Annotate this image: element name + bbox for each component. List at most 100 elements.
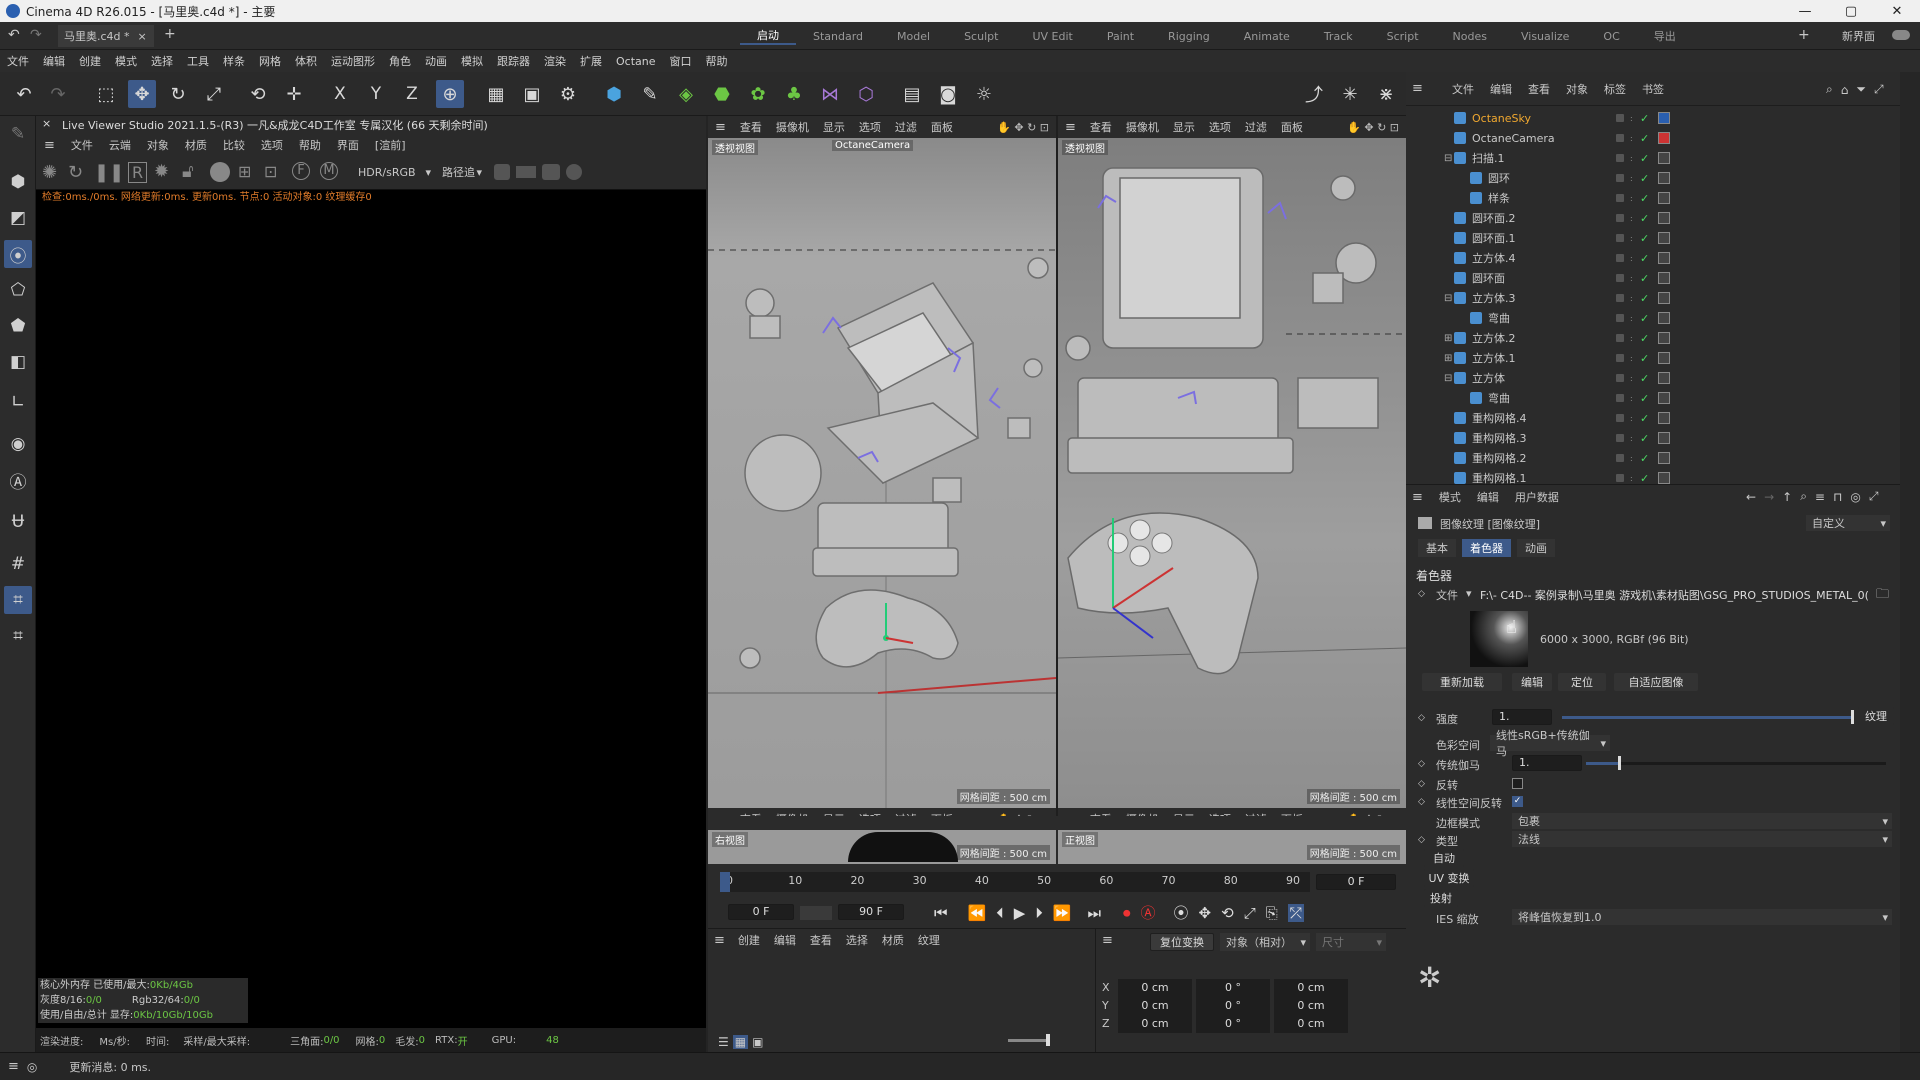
menu-item[interactable]: 创建 bbox=[72, 53, 108, 69]
expand-icon[interactable]: ⤢ bbox=[1874, 82, 1884, 97]
menu-item[interactable]: 扩展 bbox=[573, 53, 609, 69]
add-layout-icon[interactable]: + bbox=[1798, 27, 1810, 43]
layout-tab[interactable]: Paint bbox=[1090, 30, 1151, 43]
tag-icon[interactable] bbox=[1658, 272, 1670, 284]
mograph-icon[interactable]: ♣ bbox=[780, 80, 808, 108]
preset-select[interactable]: 自定义 ▾ bbox=[1806, 515, 1890, 531]
redo-icon[interactable]: ↷ bbox=[30, 27, 42, 43]
current-frame-field[interactable]: 0 F bbox=[1316, 874, 1396, 890]
folder-icon[interactable]: 🗀︎ bbox=[1876, 585, 1889, 607]
axis-x-toggle[interactable]: X bbox=[326, 80, 354, 108]
tag-icon[interactable] bbox=[1658, 332, 1670, 344]
visibility-dots-icon[interactable]: : bbox=[1630, 254, 1633, 263]
viewport-front[interactable]: 正视图 网格间距 : 500 cm bbox=[1058, 830, 1406, 864]
expand-toggle-icon[interactable]: ⊟ bbox=[1444, 153, 1452, 164]
object-row[interactable]: 圆环面: ✓ bbox=[1454, 268, 1894, 288]
axis-mode-icon[interactable]: ∟ bbox=[4, 388, 32, 416]
keyframe-icon[interactable]: ⦿ bbox=[1174, 902, 1189, 923]
menu-item[interactable]: 工具 bbox=[180, 53, 216, 69]
camera-icon[interactable]: ◙ bbox=[934, 80, 962, 108]
menu-item[interactable]: 帮助 bbox=[699, 53, 735, 69]
clay-mode-icon[interactable] bbox=[210, 162, 230, 182]
enabled-check-icon[interactable]: ✓ bbox=[1640, 212, 1649, 225]
target-icon[interactable]: ◎ bbox=[1850, 490, 1860, 504]
layer-icon[interactable] bbox=[1616, 134, 1624, 142]
viewport-menu-item[interactable]: 过滤 bbox=[1238, 119, 1274, 135]
attribute-tab[interactable]: 着色器 bbox=[1462, 539, 1511, 557]
viewport-menu-item[interactable]: 显示 bbox=[816, 119, 852, 135]
layer-icon[interactable] bbox=[1616, 194, 1624, 202]
layout-tab[interactable]: Track bbox=[1307, 30, 1370, 43]
viewport-menu-item[interactable]: 查看 bbox=[1083, 119, 1119, 135]
rect-icon[interactable] bbox=[516, 166, 536, 178]
enabled-check-icon[interactable]: ✓ bbox=[1640, 372, 1649, 385]
extrude-icon[interactable]: ⬣ bbox=[708, 80, 736, 108]
viewport-menu-item[interactable]: 面板 bbox=[924, 119, 960, 135]
soft-select-icon[interactable]: Ⓐ bbox=[4, 466, 32, 494]
keyframe-diamond-icon[interactable]: ◇ bbox=[1418, 759, 1425, 769]
object-row[interactable]: ⊟ 立方体.3: ✓ bbox=[1444, 288, 1894, 308]
layer-icon[interactable] bbox=[1616, 234, 1624, 242]
layout-tab[interactable]: OC bbox=[1586, 30, 1636, 43]
visibility-dots-icon[interactable]: : bbox=[1630, 474, 1633, 483]
menu-item[interactable]: 体积 bbox=[288, 53, 324, 69]
tag-icon[interactable] bbox=[1658, 312, 1670, 324]
live-viewer-menu-item[interactable]: 云端 bbox=[101, 137, 139, 153]
filter-icon[interactable]: ⏷ bbox=[1856, 82, 1866, 97]
enabled-check-icon[interactable]: ✓ bbox=[1640, 132, 1649, 145]
maximize-button[interactable]: ▢ bbox=[1828, 0, 1874, 22]
rotation-field[interactable]: 0 ° bbox=[1196, 1015, 1270, 1033]
workplane-icon[interactable]: ✳ bbox=[1336, 80, 1364, 108]
m-icon[interactable]: M bbox=[320, 162, 338, 180]
menu-item[interactable]: 角色 bbox=[382, 53, 418, 69]
next-frame-icon[interactable]: ⏵ bbox=[1035, 904, 1043, 922]
layer-icon[interactable] bbox=[1616, 434, 1624, 442]
list-view-icon[interactable]: ☰ bbox=[718, 1035, 729, 1049]
menu-item[interactable]: 动画 bbox=[418, 53, 454, 69]
hamburger-icon[interactable]: ≡ bbox=[1412, 81, 1423, 96]
key-rot-icon[interactable]: ⟲ bbox=[1221, 904, 1234, 922]
size-field[interactable]: 0 cm bbox=[1274, 979, 1348, 997]
cube-object-icon[interactable]: ⬢ bbox=[600, 80, 628, 108]
snap-icon[interactable]: ⤴ bbox=[1300, 80, 1328, 108]
expand-toggle-icon[interactable]: ⊟ bbox=[1444, 293, 1452, 304]
material-pick-icon[interactable]: ⊡ bbox=[264, 162, 277, 181]
layer-icon[interactable] bbox=[1616, 374, 1624, 382]
record-icon[interactable]: ⏺ bbox=[1123, 904, 1131, 922]
file-path-field[interactable]: F:\- C4D-- 案例录制\马里奥 游戏机\素材贴图\GSG_PRO_STU… bbox=[1480, 587, 1870, 603]
live-viewer-menu-item[interactable]: 对象 bbox=[139, 137, 177, 153]
uv-mode-icon[interactable]: ◧ bbox=[4, 348, 32, 376]
layout-tab[interactable]: Animate bbox=[1227, 30, 1307, 43]
subdivision-icon[interactable]: ◈ bbox=[672, 80, 700, 108]
layer-icon[interactable] bbox=[1616, 314, 1624, 322]
toggle-icon[interactable] bbox=[1892, 30, 1910, 40]
enabled-check-icon[interactable]: ✓ bbox=[1640, 432, 1649, 445]
border-mode-select[interactable]: 包裹 ▾ bbox=[1512, 813, 1892, 829]
guides-icon[interactable]: ⋇ bbox=[1372, 80, 1400, 108]
undo-icon[interactable]: ↶ bbox=[8, 27, 20, 43]
viewport-right[interactable]: 右视图 网格间距 : 500 cm bbox=[708, 830, 1056, 864]
live-viewer-menu-item[interactable]: 比较 bbox=[215, 137, 253, 153]
enabled-check-icon[interactable]: ✓ bbox=[1640, 232, 1649, 245]
start-frame-field[interactable]: 0 F bbox=[728, 904, 794, 920]
hamburger-icon[interactable]: ≡ bbox=[1102, 933, 1113, 948]
home-icon[interactable]: ⌂ bbox=[1841, 83, 1849, 97]
focus-pick-icon[interactable]: ⊞ bbox=[238, 162, 251, 181]
tag-icon[interactable] bbox=[1658, 172, 1670, 184]
pause-render-icon[interactable]: ❚❚ bbox=[94, 162, 124, 183]
menu-item[interactable]: 选择 bbox=[144, 53, 180, 69]
object-row[interactable]: 圆环: ✓ bbox=[1454, 168, 1894, 188]
object-row[interactable]: 弯曲: ✓ bbox=[1454, 308, 1894, 328]
send-scene-icon[interactable]: ✺ bbox=[42, 162, 57, 183]
render-picture-icon[interactable]: ▣ bbox=[518, 80, 546, 108]
layer-icon[interactable] bbox=[1616, 274, 1624, 282]
lock-icon[interactable]: 🔓︎ bbox=[182, 161, 194, 182]
solo-icon[interactable]: ◉ bbox=[4, 430, 32, 458]
visibility-dots-icon[interactable]: : bbox=[1630, 394, 1633, 403]
keyframe-diamond-icon[interactable]: ◇ bbox=[1418, 589, 1425, 599]
edit-mode-icon[interactable]: ✎ bbox=[4, 120, 32, 148]
object-row[interactable]: 圆环面.1: ✓ bbox=[1454, 228, 1894, 248]
object-menu-item[interactable]: 编辑 bbox=[1482, 81, 1520, 97]
polygons-mode-icon[interactable]: ⬟ bbox=[4, 312, 32, 340]
key-pos-icon[interactable]: ✥ bbox=[1199, 904, 1212, 922]
